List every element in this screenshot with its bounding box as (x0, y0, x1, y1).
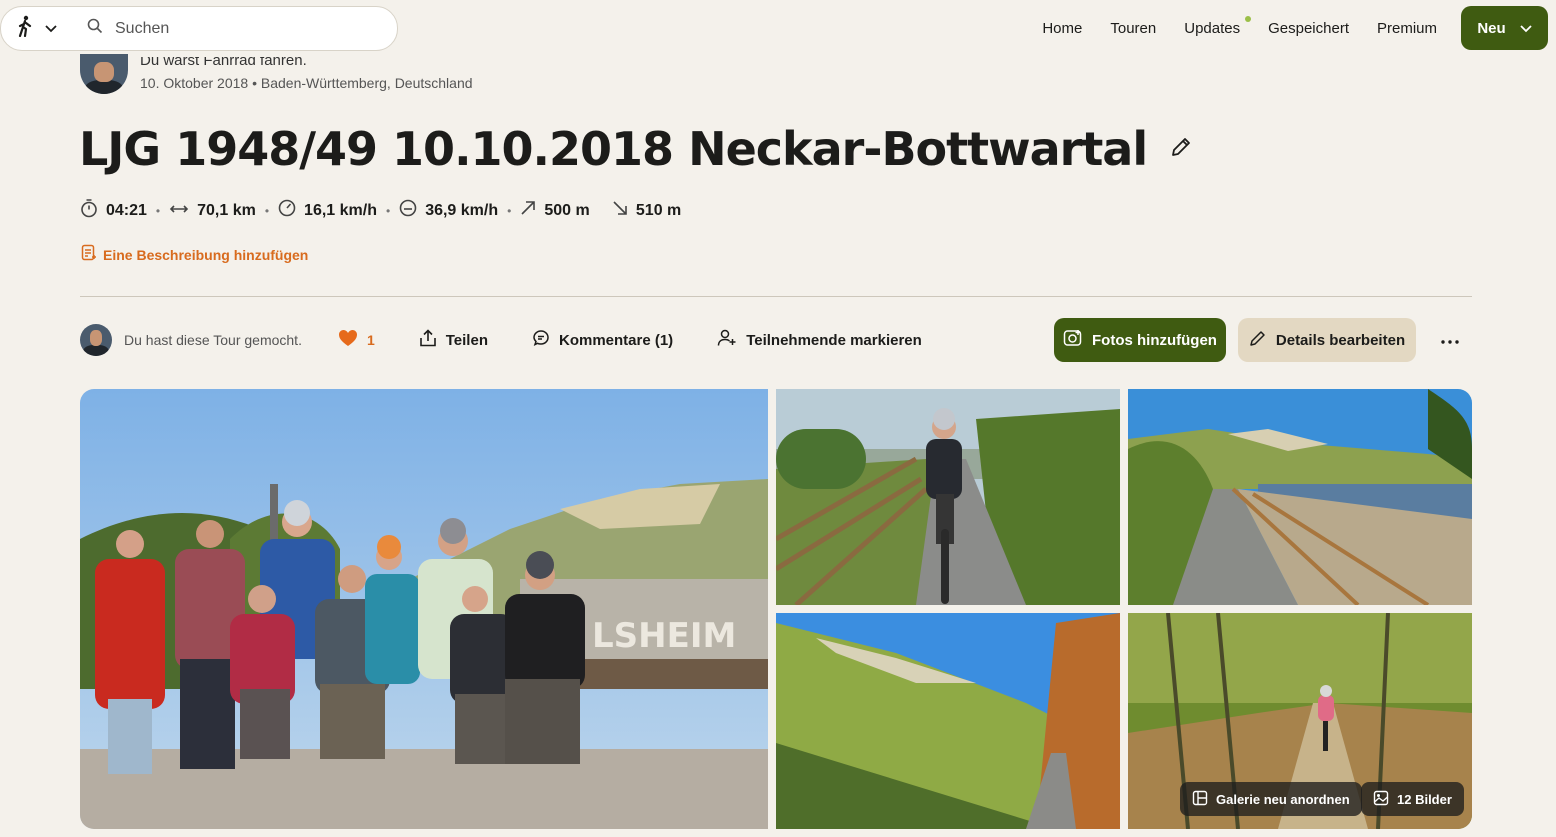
tour-stats: 04:21 • 70,1 km • 16,1 km/h • 36,9 km/h … (80, 198, 681, 223)
downhill-value: 510 m (635, 201, 682, 219)
distance-value: 70,1 km (197, 201, 256, 219)
avatar[interactable] (80, 324, 112, 356)
rearrange-gallery-button[interactable]: Galerie neu anordnen (1180, 782, 1362, 816)
stat-distance: 70,1 km (169, 202, 256, 220)
stopwatch-icon (80, 198, 98, 223)
search-field (71, 7, 397, 50)
comments-button[interactable]: Kommentare (1) (532, 329, 673, 351)
nav-home[interactable]: Home (1042, 20, 1082, 37)
camera-plus-icon (1063, 329, 1083, 351)
activity-text: Du warst Fahrrad fahren. (140, 57, 307, 69)
gallery-layout-icon (1192, 790, 1208, 809)
page-title: LJG 1948/49 10.10.2018 Neckar-Bottwartal (79, 122, 1148, 176)
chevron-down-icon (45, 20, 57, 38)
pencil-icon (1249, 329, 1267, 351)
top-bar: Home Touren Updates Gespeichert Premium … (0, 0, 1556, 56)
share-button[interactable]: Teilen (419, 329, 488, 351)
gallery-photo-3[interactable] (1128, 389, 1472, 605)
rearrange-gallery-label: Galerie neu anordnen (1216, 791, 1350, 807)
photo-gallery: LSHEIM Galerie neu anordnen 12 Bilder (80, 389, 1472, 829)
chevron-down-icon (1520, 20, 1532, 37)
sport-selector[interactable] (1, 7, 71, 50)
add-photos-button[interactable]: Fotos hinzufügen (1054, 318, 1226, 362)
add-description-label: Eine Beschreibung hinzufügen (103, 246, 309, 263)
add-photos-label: Fotos hinzufügen (1092, 331, 1217, 349)
stat-downhill: 510 m (612, 200, 681, 221)
stat-duration: 04:21 (80, 198, 147, 223)
nav-tours[interactable]: Touren (1110, 20, 1156, 37)
image-icon (1373, 790, 1389, 809)
avatar[interactable] (80, 54, 128, 94)
tag-participants-label: Teilnehmende markieren (746, 331, 922, 349)
user-plus-icon (717, 329, 737, 351)
speedometer-icon (278, 199, 296, 222)
separator: • (507, 203, 512, 218)
share-icon (419, 329, 437, 351)
liked-text: Du hast diese Tour gemocht. (124, 332, 302, 348)
avg-speed-value: 16,1 km/h (304, 201, 377, 219)
max-speed-value: 36,9 km/h (425, 201, 499, 219)
image-count-button[interactable]: 12 Bilder (1361, 782, 1464, 816)
updates-notification-dot (1245, 15, 1252, 22)
duration-value: 04:21 (106, 201, 147, 219)
description-icon (81, 244, 97, 265)
distance-icon (169, 202, 189, 220)
new-button-label: Neu (1477, 19, 1506, 37)
stat-max-speed: 36,9 km/h (399, 199, 498, 222)
tour-author: Du warst Fahrrad fahren. 10. Oktober 201… (80, 54, 473, 94)
hiking-icon (17, 15, 35, 42)
sign-text: LSHEIM (592, 616, 736, 656)
uphill-value: 500 m (544, 201, 590, 219)
edit-details-label: Details bearbeiten (1275, 331, 1406, 349)
search-input[interactable] (115, 19, 375, 38)
action-bar: Du hast diese Tour gemocht. 1 Teilen Kom… (80, 318, 1472, 362)
share-label: Teilen (445, 331, 488, 349)
search-bar (0, 6, 398, 51)
add-description-link[interactable]: Eine Beschreibung hinzufügen (81, 244, 308, 265)
divider (80, 296, 1472, 297)
downhill-icon (612, 200, 628, 221)
separator: • (155, 203, 161, 218)
heart-icon (338, 329, 358, 351)
nav-saved[interactable]: Gespeichert (1268, 20, 1349, 37)
comment-icon (532, 329, 550, 351)
separator: • (385, 203, 391, 218)
more-options-button[interactable] (1436, 328, 1464, 352)
new-button[interactable]: Neu (1461, 6, 1548, 50)
like-button[interactable]: 1 (338, 329, 375, 351)
uphill-icon (520, 200, 536, 221)
liked-info: Du hast diese Tour gemocht. (80, 324, 302, 356)
stat-avg-speed: 16,1 km/h (278, 199, 377, 222)
more-icon (1441, 331, 1459, 349)
comments-label: Kommentare (1) (558, 331, 674, 349)
search-icon (87, 18, 103, 39)
gallery-photo-4[interactable] (776, 613, 1120, 829)
main-nav: Home Touren Updates Gespeichert Premium … (1042, 6, 1548, 50)
nav-updates[interactable]: Updates (1184, 15, 1252, 37)
nav-updates-label: Updates (1184, 19, 1241, 37)
stat-uphill: 500 m (520, 200, 590, 221)
gallery-photo-main[interactable]: LSHEIM (80, 389, 768, 829)
nav-premium[interactable]: Premium (1377, 20, 1437, 37)
pencil-icon[interactable] (1169, 135, 1193, 164)
title-row: LJG 1948/49 10.10.2018 Neckar-Bottwartal (79, 122, 1193, 176)
like-count: 1 (366, 332, 375, 348)
image-count-label: 12 Bilder (1397, 791, 1452, 807)
tag-participants-button[interactable]: Teilnehmende markieren (717, 329, 922, 351)
edit-details-button[interactable]: Details bearbeiten (1238, 318, 1416, 362)
tour-date-location: 10. Oktober 2018 • Baden-Württemberg, De… (140, 75, 473, 91)
author-info: Du warst Fahrrad fahren. 10. Oktober 201… (140, 57, 473, 91)
separator: • (264, 203, 270, 218)
max-speed-icon (399, 199, 417, 222)
gallery-photo-2[interactable] (776, 389, 1120, 605)
